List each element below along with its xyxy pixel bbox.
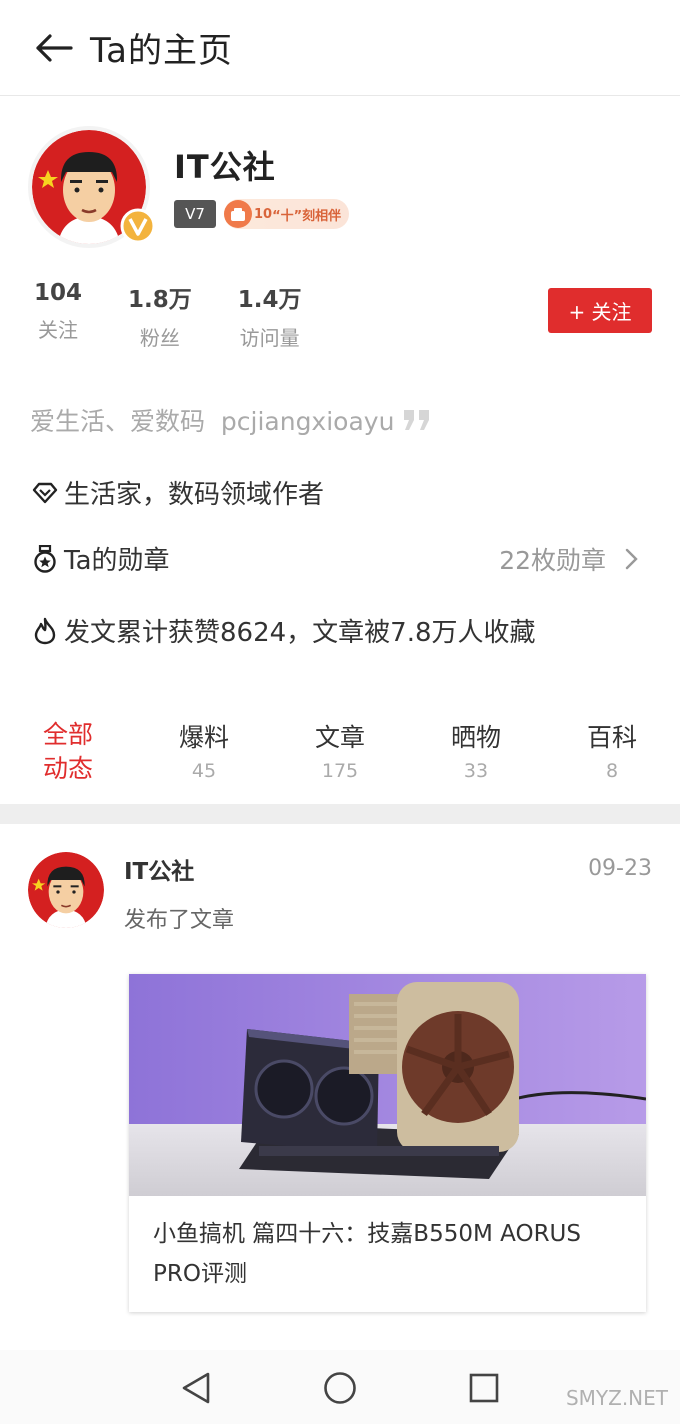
medal-prefix: 10 xyxy=(254,206,273,222)
nav-back-button[interactable] xyxy=(176,1368,216,1408)
profile-section: IT公社 V7 10 “十”刻相伴 xyxy=(28,126,658,256)
feed-author[interactable]: IT公社 xyxy=(124,852,194,886)
tab-count: 33 xyxy=(463,760,489,782)
feed-avatar[interactable] xyxy=(28,852,104,928)
section-divider xyxy=(0,804,680,824)
feed-action: 发布了文章 xyxy=(124,908,235,933)
tab-deals[interactable]: 爆料 45 xyxy=(144,718,264,782)
content-tabs: 全部 动态 爆料 45 文章 175 晒物 33 百科 8 xyxy=(0,718,680,790)
medal-pill[interactable]: 10 “十”刻相伴 xyxy=(224,199,350,229)
bio: 爱生活、爱数码 pcjiangxioayu xyxy=(30,402,432,438)
tab-showcase[interactable]: 晒物 33 xyxy=(416,718,536,782)
level-badge: V7 xyxy=(174,200,216,228)
likes-text: 发文累计获赞8624，文章被7.8万人收藏 xyxy=(64,618,536,648)
feed-item: IT公社 09-23 发布了文章 小鱼搞机 篇四十六：技嘉B550M AORUS… xyxy=(0,824,680,1344)
likes-row: 发文累计获赞8624，文章被7.8万人收藏 xyxy=(32,612,652,649)
chevron-right-icon xyxy=(625,548,638,569)
stat-label: 访问量 xyxy=(239,326,300,350)
follow-button[interactable]: + 关注 xyxy=(548,288,652,333)
stat-label: 关注 xyxy=(38,318,78,342)
tab-count: 45 xyxy=(191,760,217,782)
flame-icon xyxy=(32,617,58,644)
article-title: 小鱼搞机 篇四十六：技嘉B550M AORUS PRO评测 xyxy=(153,1221,581,1287)
tab-count: 175 xyxy=(321,760,359,782)
tab-articles[interactable]: 文章 175 xyxy=(280,718,400,782)
verified-v-icon xyxy=(120,208,156,244)
system-nav-bar: SMYZ.NET xyxy=(0,1350,680,1424)
role-row: 生活家，数码领域作者 xyxy=(32,474,652,511)
tab-count: 8 xyxy=(605,760,619,782)
tab-label: 晒物 xyxy=(450,723,501,752)
medal-icon xyxy=(224,200,252,228)
tab-label: 文章 xyxy=(314,723,365,752)
top-bar: Ta的主页 xyxy=(0,0,680,96)
stats-row: 104 关注 1.8万 粉丝 1.4万 访问量 xyxy=(34,280,348,351)
medals-label: Ta的勋章 xyxy=(64,546,170,576)
stat-following[interactable]: 104 关注 xyxy=(34,280,82,351)
medals-count-link[interactable]: 22枚勋章 xyxy=(499,541,644,577)
triangle-back-icon xyxy=(182,1372,210,1404)
medals-count: 22枚勋章 xyxy=(499,545,606,575)
bio-text: 爱生活、爱数码 pcjiangxioayu xyxy=(30,407,395,436)
article-cover-image xyxy=(129,974,646,1196)
article-card[interactable]: 小鱼搞机 篇四十六：技嘉B550M AORUS PRO评测 xyxy=(129,974,646,1312)
tab-label: 爆料 xyxy=(178,723,229,752)
back-button[interactable] xyxy=(24,18,84,78)
role-text: 生活家，数码领域作者 xyxy=(64,480,325,510)
watermark: SMYZ.NET xyxy=(565,1386,668,1410)
stat-value: 104 xyxy=(34,280,83,306)
avatar[interactable] xyxy=(28,126,156,250)
profile-name: IT公社 xyxy=(174,148,276,186)
feed-date: 09-23 xyxy=(588,856,652,881)
quote-icon xyxy=(404,410,430,430)
tab-label: 全部 动态 xyxy=(42,720,93,783)
page-title: Ta的主页 xyxy=(90,31,233,71)
stat-visits[interactable]: 1.4万 访问量 xyxy=(238,280,302,351)
stat-value: 1.4万 xyxy=(237,287,302,313)
medal-text: “十”刻相伴 xyxy=(272,208,342,224)
nav-home-button[interactable] xyxy=(320,1368,360,1408)
diamond-icon xyxy=(32,480,58,506)
stat-value: 1.8万 xyxy=(128,287,192,313)
tab-all-activity[interactable]: 全部 动态 xyxy=(8,718,128,786)
medal-award-icon xyxy=(32,544,58,573)
tab-label: 百科 xyxy=(586,723,637,752)
arrow-left-icon xyxy=(36,33,73,62)
square-recents-icon xyxy=(469,1373,499,1403)
stat-fans[interactable]: 1.8万 粉丝 xyxy=(128,280,192,351)
circle-home-icon xyxy=(324,1372,356,1404)
medals-row[interactable]: Ta的勋章 22枚勋章 xyxy=(32,540,652,577)
nav-recents-button[interactable] xyxy=(464,1368,504,1408)
tab-wiki[interactable]: 百科 8 xyxy=(552,718,672,782)
stat-label: 粉丝 xyxy=(139,326,180,350)
avatar-image xyxy=(28,852,104,928)
